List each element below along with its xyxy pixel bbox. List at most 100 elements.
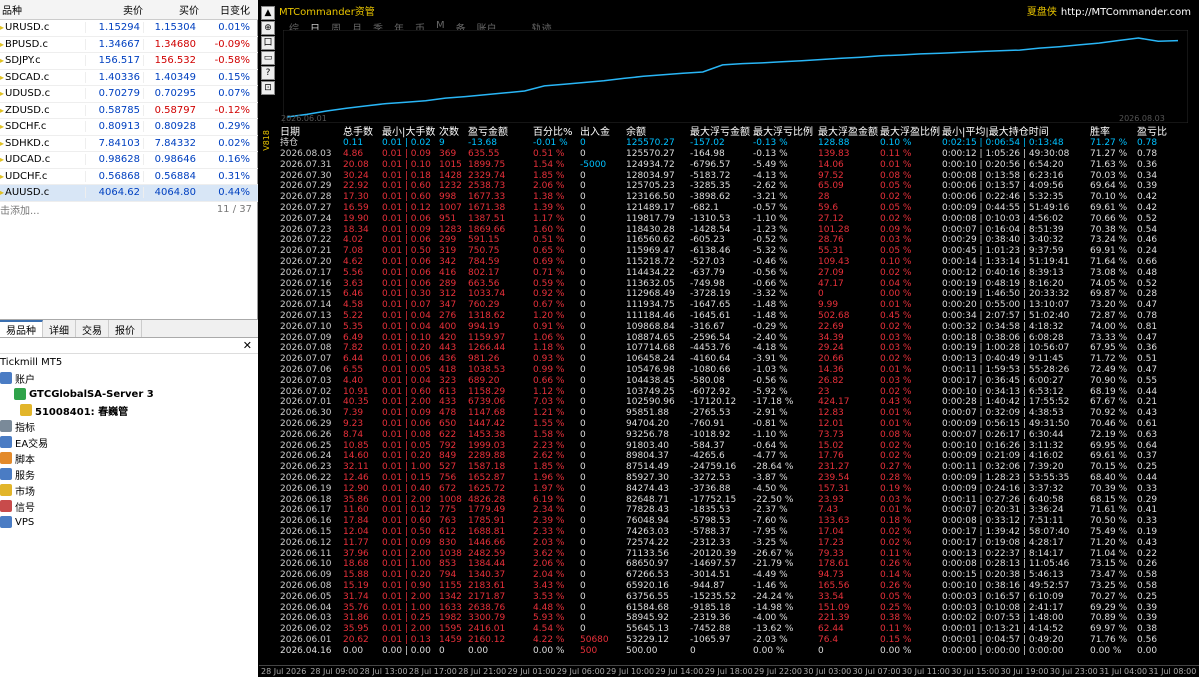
help-icon[interactable]: ? (261, 66, 275, 80)
table-row[interactable]: 2026.06.11 37.96 0.01 | 2.00 1038 2482.59 3.6… (280, 549, 1195, 560)
table-row[interactable]: 2026.07.07 6.44 0.01 | 0.06 436 981.26 0.93 %… (280, 354, 1195, 365)
tab-symbols[interactable]: 易品种 (0, 320, 43, 337)
symbol-row[interactable]: ZDUSD.c0.587850.58797 -0.12% (0, 103, 258, 119)
table-row[interactable]: 2026.07.09 6.49 0.01 | 0.10 420 1159.97 1.06 … (280, 333, 1195, 344)
table-row[interactable]: 2026.07.14 4.58 0.01 | 0.07 347 760.29 0.67 %… (280, 300, 1195, 311)
col-ask[interactable]: 买价 (143, 2, 199, 17)
header-pnl[interactable]: 盈亏金额 (468, 127, 508, 138)
nav-item[interactable]: 账户 (0, 370, 258, 386)
nav-item[interactable]: 服务 (0, 466, 258, 482)
table-row[interactable]: 2026.07.08 7.82 0.01 | 0.20 443 1266.44 1.18 … (280, 343, 1195, 354)
template-icon[interactable]: ▭ (261, 51, 275, 65)
crosshair-icon[interactable]: ⊕ (261, 21, 275, 35)
table-row[interactable]: 2026.07.23 18.34 0.01 | 0.09 1283 1869.66 1.6… (280, 225, 1195, 236)
header-min-max-lots[interactable]: 最小|大手数 (382, 127, 435, 138)
header-deposit-withdraw[interactable]: 出入金 (580, 127, 610, 138)
header-balance[interactable]: 余额 (626, 127, 646, 138)
symbol-row[interactable]: AUUSD.c4064.624064.80 0.44% (0, 185, 258, 202)
header-max-float-loss-pct[interactable]: 最大浮亏比例 (753, 127, 813, 138)
brand-url[interactable]: http://MTCommander.com (1061, 7, 1191, 18)
table-row[interactable]: 2026.07.28 17.30 0.01 | 0.60 998 1677.33 1.38… (280, 192, 1195, 203)
table-row[interactable]: 2026.07.16 3.63 0.01 | 0.06 289 663.56 0.59 %… (280, 279, 1195, 290)
header-max-float-profit-pct[interactable]: 最大浮盈比例 (880, 127, 940, 138)
table-row[interactable]: 2026.06.29 9.23 0.01 | 0.06 650 1447.42 1.55 … (280, 419, 1195, 430)
tab-trading[interactable]: 交易 (76, 320, 109, 337)
table-row[interactable]: 2026.07.15 6.46 0.01 | 0.30 312 1033.74 0.92 … (280, 289, 1195, 300)
table-row[interactable]: 2026.06.16 17.84 0.01 | 0.60 763 1785.91 2.39… (280, 516, 1195, 527)
table-row[interactable]: 2026.06.02 35.95 0.01 | 2.00 1595 2416.01 4.5… (280, 624, 1195, 635)
tab-details[interactable]: 详细 (43, 320, 76, 337)
table-row[interactable]: 2026.06.25 10.85 0.01 | 0.05 792 1999.03 2.23… (280, 441, 1195, 452)
table-row[interactable]: 2026.06.22 12.46 0.01 | 0.15 756 1652.87 1.96… (280, 473, 1195, 484)
period-icon[interactable]: 口 (261, 36, 275, 50)
symbol-row[interactable]: SDCHF.c0.809130.80928 0.29% (0, 119, 258, 136)
nav-item[interactable]: EA交易 (0, 434, 258, 450)
nav-item[interactable]: GTCGlobalSA-Server 3 (0, 386, 258, 402)
table-row[interactable]: 2026.07.30 30.24 0.01 | 0.18 1428 2329.74 1.8… (280, 171, 1195, 182)
symbol-row[interactable]: SDCAD.c1.403361.40349 0.15% (0, 70, 258, 86)
table-row[interactable]: 2026.07.27 16.59 0.01 | 0.12 1007 1671.38 1.3… (280, 203, 1195, 214)
table-row[interactable]: 2026.06.04 35.76 0.01 | 1.00 1633 2638.76 4.4… (280, 603, 1195, 614)
table-row[interactable]: 2026.06.26 8.74 0.01 | 0.08 622 1453.38 1.58 … (280, 430, 1195, 441)
header-date[interactable]: 日期 (280, 127, 300, 138)
zoom-icon[interactable]: ⊡ (261, 81, 275, 95)
table-row[interactable]: 2026.06.19 12.90 0.01 | 0.40 672 1625.72 1.97… (280, 484, 1195, 495)
table-row[interactable]: 2026.07.29 22.92 0.01 | 0.60 1232 2538.73 2.0… (280, 181, 1195, 192)
table-row-open-positions[interactable]: 持仓 0.11 0.01 | 0.02 9 -13.68 -0.01 % 0 125570.2… (280, 138, 1195, 149)
nav-item[interactable]: 51008401: 春巍管 (0, 402, 258, 418)
table-row[interactable]: 2026.06.30 7.39 0.01 | 0.09 478 1147.68 1.21 … (280, 408, 1195, 419)
table-row[interactable]: 2026.07.03 4.40 0.01 | 0.04 323 689.20 0.66 %… (280, 376, 1195, 387)
header-trade-count[interactable]: 次数 (439, 127, 459, 138)
table-row[interactable]: 2026.07.02 10.91 0.01 | 0.60 613 1158.29 1.12… (280, 387, 1195, 398)
header-max-float-loss[interactable]: 最大浮亏金额 (690, 127, 750, 138)
symbol-row[interactable]: UDCHF.c0.568680.56884 0.31% (0, 169, 258, 185)
table-row[interactable]: 2026.07.22 4.02 0.01 | 0.06 299 591.15 0.51 %… (280, 235, 1195, 246)
header-hold-time[interactable]: 最小|平均|最大持仓时间 (942, 127, 1049, 138)
symbol-row[interactable]: UDCAD.c0.986280.98646 0.16% (0, 152, 258, 169)
nav-item[interactable]: 信号 (0, 498, 258, 514)
table-row[interactable]: 2026.06.03 31.86 0.01 | 0.25 1982 3300.79 5.9… (280, 613, 1195, 624)
table-row[interactable]: 2026.07.06 6.55 0.01 | 0.05 418 1038.53 0.99 … (280, 365, 1195, 376)
col-change[interactable]: 日变化 (199, 2, 256, 17)
table-row[interactable]: 2026.06.08 15.19 0.01 | 0.90 1155 2183.61 3.4… (280, 581, 1195, 592)
symbol-row[interactable]: BPUSD.c1.346671.34680 -0.09% (0, 37, 258, 53)
table-row[interactable]: 2026.04.16 0.00 0.00 | 0.00 0 0.00 0.00 % 500 5… (280, 646, 1195, 657)
table-row[interactable]: 2026.06.24 14.60 0.01 | 0.20 849 2289.88 2.62… (280, 451, 1195, 462)
tab-quotes[interactable]: 报价 (109, 320, 142, 337)
symbol-row[interactable]: URUSD.c1.152941.15304 0.01% (0, 20, 258, 37)
table-row[interactable]: 2026.06.10 18.68 0.01 | 1.00 853 1384.44 2.06… (280, 559, 1195, 570)
nav-item[interactable]: 脚本 (0, 450, 258, 466)
table-row[interactable]: 2026.06.09 15.88 0.01 | 0.20 794 1340.37 2.04… (280, 570, 1195, 581)
header-total-lots[interactable]: 总手数 (343, 127, 373, 138)
close-icon[interactable]: ✕ (243, 339, 252, 352)
symbol-row[interactable]: UDUSD.c0.702790.70295 0.07% (0, 86, 258, 103)
header-win-rate[interactable]: 胜率 (1090, 127, 1110, 138)
table-row[interactable]: 2026.07.24 19.90 0.01 | 0.06 951 1387.51 1.17… (280, 214, 1195, 225)
header-max-float-profit[interactable]: 最大浮盈金额 (818, 127, 878, 138)
arrow-up-icon[interactable]: ▲ (261, 6, 275, 20)
table-row[interactable]: 2026.06.01 20.62 0.01 | 0.13 1459 2160.12 4.2… (280, 635, 1195, 646)
symbol-row[interactable]: SDJPY.c156.517156.532 -0.58% (0, 53, 258, 70)
nav-item[interactable]: 指标 (0, 418, 258, 434)
table-row[interactable]: 2026.07.31 20.08 0.01 | 0.10 1015 1899.75 1.5… (280, 160, 1195, 171)
table-row[interactable]: 2026.06.23 32.11 0.01 | 1.00 527 1587.18 1.85… (280, 462, 1195, 473)
symbol-row[interactable]: SDHKD.c7.841037.84332 0.02% (0, 136, 258, 152)
table-row[interactable]: 2026.06.18 35.86 0.01 | 2.00 1008 4826.28 6.1… (280, 495, 1195, 506)
table-row[interactable]: 2026.06.05 31.74 0.01 | 2.00 1342 2171.87 3.5… (280, 592, 1195, 603)
table-row[interactable]: 2026.07.21 7.08 0.01 | 0.50 319 750.75 0.65 %… (280, 246, 1195, 257)
nav-item[interactable]: VPS (0, 514, 258, 530)
col-bid[interactable]: 卖价 (85, 2, 143, 17)
table-row[interactable]: 2026.06.15 12.04 0.01 | 0.50 612 1688.81 2.33… (280, 527, 1195, 538)
nav-item[interactable]: Tickmill MT5 (0, 354, 258, 370)
add-symbol-link[interactable]: 击添加... (0, 202, 40, 217)
table-row[interactable]: 2026.07.10 5.35 0.01 | 0.04 400 994.19 0.91 %… (280, 322, 1195, 333)
header-profit-ratio[interactable]: 盈亏比 (1137, 127, 1167, 138)
brand[interactable]: 夏盘侠 http://MTCommander.com (1027, 3, 1191, 18)
col-symbol[interactable]: 品种 (0, 2, 85, 17)
table-row[interactable]: 2026.06.17 11.60 0.01 | 0.12 775 1779.49 2.34… (280, 505, 1195, 516)
nav-item[interactable]: 市场 (0, 482, 258, 498)
table-row[interactable]: 2026.06.12 11.77 0.01 | 0.09 830 1446.66 2.03… (280, 538, 1195, 549)
table-row[interactable]: 2026.08.03 4.86 0.01 | 0.09 369 635.55 0.51 %… (280, 149, 1195, 160)
table-row[interactable]: 2026.07.20 4.62 0.01 | 0.06 342 784.59 0.69 %… (280, 257, 1195, 268)
header-percent[interactable]: 百分比% (533, 127, 573, 138)
